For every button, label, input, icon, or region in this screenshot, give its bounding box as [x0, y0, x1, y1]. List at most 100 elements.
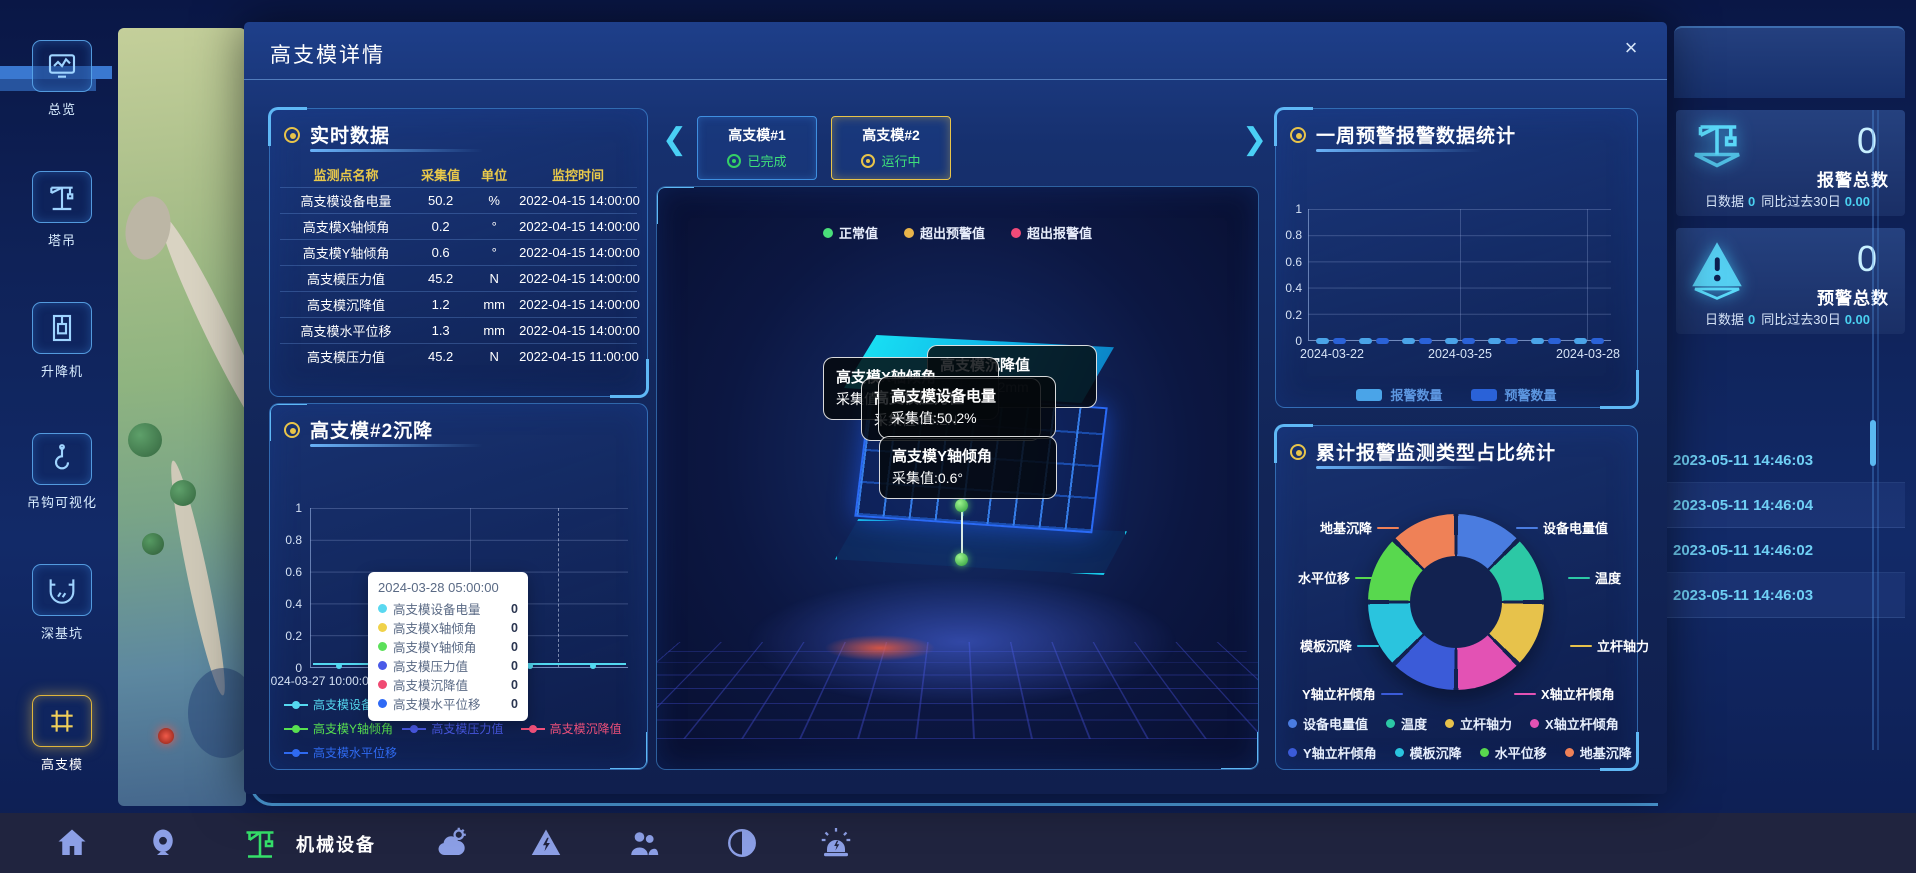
bar: [1332, 338, 1346, 344]
sidebar-item-1[interactable]: 总览: [18, 40, 106, 118]
legend-item[interactable]: Y轴立杆倾角: [1288, 743, 1377, 762]
bar: [1315, 338, 1329, 344]
sidebar-item-3[interactable]: 升降机: [18, 302, 106, 380]
bottombar-crane-icon[interactable]: [241, 824, 279, 862]
legend-item[interactable]: 温度: [1386, 714, 1427, 733]
gridline: [1460, 209, 1461, 340]
alarm-time-row[interactable]: 2023-05-11 14:46:03: [1667, 573, 1905, 618]
sidebar-item-2[interactable]: 塔吊: [18, 171, 106, 249]
legend-label: 设备电量值: [1303, 717, 1369, 732]
legend-label: 超出报警值: [1027, 226, 1093, 241]
donut-callout: 水平位移: [1298, 568, 1378, 587]
legend-item[interactable]: 模板沉降: [1394, 743, 1462, 762]
table-cell: N: [489, 349, 499, 364]
status-text: 已完成: [747, 154, 787, 169]
close-icon[interactable]: ×: [1617, 34, 1645, 62]
legend-item[interactable]: X轴立杆倾角: [1530, 714, 1619, 733]
legend-item[interactable]: 正常值: [822, 223, 878, 242]
tab-formwork-1[interactable]: 高支模#1 已完成: [697, 116, 817, 180]
callout-label: Y轴立杆倾角: [1302, 687, 1376, 702]
bottombar-weather-icon[interactable]: [433, 824, 471, 862]
column-header: 单位: [481, 167, 508, 183]
legend-item[interactable]: 超出预警值: [903, 223, 985, 242]
legend-marker: [284, 700, 308, 709]
next-arrow[interactable]: ❯: [1242, 122, 1267, 157]
tower-crane-icon: [50, 186, 74, 211]
bottombar-home-icon[interactable]: [53, 824, 91, 862]
people-icon: [631, 832, 659, 855]
bar-pair[interactable]: [1444, 338, 1475, 344]
legend-label: X轴立杆倾角: [1545, 717, 1619, 732]
tab-status: 运行中: [832, 151, 950, 170]
legend-item[interactable]: 高支模沉降值: [520, 720, 639, 737]
table-body: 高支模设备电量 50.2% 2022-04-15 14:00:00 高支模X轴倾角 0.…: [280, 187, 640, 369]
alarm-time-row[interactable]: 2023-05-11 14:46:04: [1667, 483, 1905, 528]
legend-dot: [1288, 748, 1297, 757]
bottombar-active-label: 机械设备: [296, 835, 376, 855]
tab-formwork-2[interactable]: 高支模#2 运行中: [831, 116, 951, 180]
alarm-time-row[interactable]: 2023-05-11 14:46:02: [1667, 528, 1905, 573]
bar: [1401, 338, 1415, 344]
table-cell: 2022-04-15 14:00:00: [519, 297, 640, 312]
bar: [1461, 338, 1475, 344]
table-cell: 0.2: [431, 219, 450, 234]
title-underline: [1316, 466, 1483, 469]
table-cell: mm: [483, 297, 505, 312]
scrollbar-thumb[interactable]: [1870, 420, 1876, 466]
y-axis-labels: 1 0.8 0.6 0.4 0.2 0: [270, 501, 302, 675]
bar-pair[interactable]: [1358, 338, 1389, 344]
sidebar-item-6[interactable]: 高支模: [18, 695, 106, 773]
legend-marker: [520, 724, 545, 733]
legend-item[interactable]: 高支模压力值: [402, 720, 520, 737]
threshold-legend: 正常值 超出预警值 超出报警值: [657, 223, 1258, 242]
donut-chart[interactable]: [1368, 514, 1544, 690]
bar-pair[interactable]: [1488, 338, 1519, 344]
sidebar-item-label: 吊钩可视化: [26, 495, 97, 510]
sidebar-item-4[interactable]: 吊钩可视化: [18, 433, 106, 511]
table-header-row: 监测点名称 采集值 单位 监控时间: [280, 161, 637, 187]
table-cell: 2022-04-15 14:00:00: [519, 245, 640, 260]
sensor-tooltip: 高支模设备电量 采集值:50.2%: [878, 376, 1056, 439]
bar-pair[interactable]: [1531, 338, 1562, 344]
legend-item[interactable]: 设备电量值: [1288, 714, 1368, 733]
table-cell: 2022-04-15 14:00:00: [519, 193, 640, 208]
bottombar-people-icon[interactable]: [625, 824, 663, 862]
hook-icon: [54, 444, 70, 470]
prev-arrow[interactable]: ❮: [662, 122, 687, 157]
bottombar-camera-icon[interactable]: [144, 824, 182, 862]
legend-item[interactable]: 超出报警值: [1011, 223, 1092, 242]
legend-item[interactable]: 地基沉降: [1564, 743, 1632, 762]
sidebar-item-5[interactable]: 深基坑: [18, 564, 106, 642]
site-3d-map[interactable]: [118, 28, 246, 806]
day-data-label: 日数据: [1704, 194, 1744, 209]
legend-item[interactable]: 高支模Y轴倾角: [284, 720, 402, 737]
bar: [1358, 338, 1372, 344]
sidebar-item-label: 深基坑: [40, 626, 83, 641]
legend-item[interactable]: 立杆轴力: [1445, 714, 1512, 733]
column-header: 监控时间: [552, 167, 605, 183]
legend-item[interactable]: 水平位移: [1479, 743, 1547, 762]
overview-icon: [48, 54, 76, 78]
legend-label: 预警数量: [1504, 388, 1557, 403]
tooltip-series-label: 高支模水平位移: [393, 698, 481, 712]
bar-pair[interactable]: [1315, 338, 1346, 344]
axis-tick-label: 0: [295, 661, 302, 675]
week-chart-plot[interactable]: [1308, 209, 1611, 344]
legend-label: 高支模压力值: [431, 722, 504, 736]
donut-callout: Y轴立杆倾角: [1302, 684, 1403, 703]
home-icon: [58, 829, 86, 855]
ratio-value: 0.00: [1844, 312, 1871, 327]
bottombar-alarm-beacon-icon[interactable]: [817, 824, 855, 862]
bottombar-pie-icon[interactable]: [723, 824, 761, 862]
legend-item[interactable]: 高支模水平位移: [284, 744, 402, 761]
chart-legend: 报警数量 预警数量: [1276, 385, 1637, 404]
bottombar-electric-hazard-icon[interactable]: [527, 824, 565, 862]
axis-tick-label: 1: [1295, 202, 1302, 216]
legend-item[interactable]: 预警数量: [1470, 385, 1557, 404]
scene-3d-panel[interactable]: 正常值超出预警值超出报警值 高支模X轴倾角采集值:0.2°高支模沉降值采集值:1…: [656, 186, 1259, 770]
legend-label: 正常值: [838, 226, 878, 241]
title-underline: [310, 444, 484, 447]
bar-pair[interactable]: [1401, 338, 1432, 344]
legend-item[interactable]: 报警数量: [1356, 385, 1443, 404]
bar-pair[interactable]: [1574, 338, 1605, 344]
